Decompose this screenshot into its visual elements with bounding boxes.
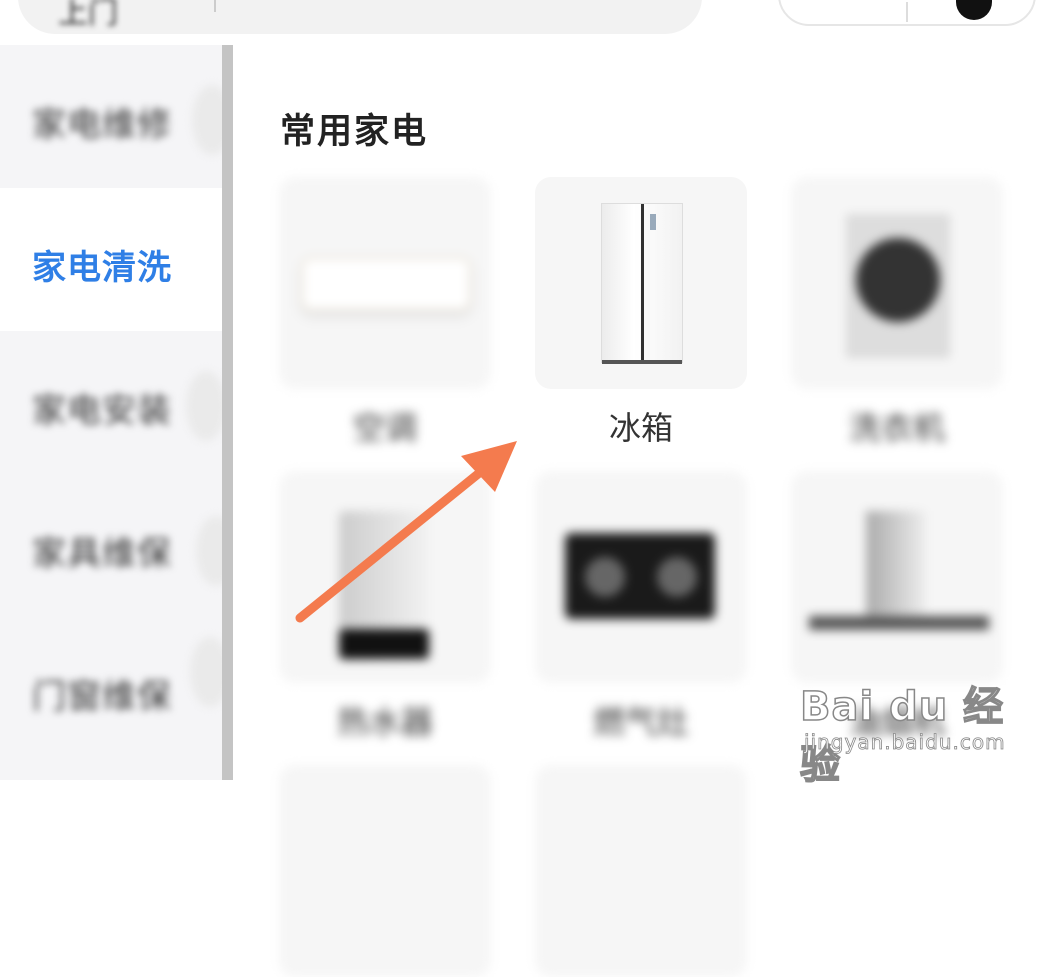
watermark: Bai du 经验 jingyan.baidu.com — [798, 660, 1038, 789]
appliance-card[interactable] — [279, 765, 491, 977]
watermark-url: jingyan.baidu.com — [804, 730, 1006, 755]
appliance-card[interactable] — [535, 765, 747, 977]
